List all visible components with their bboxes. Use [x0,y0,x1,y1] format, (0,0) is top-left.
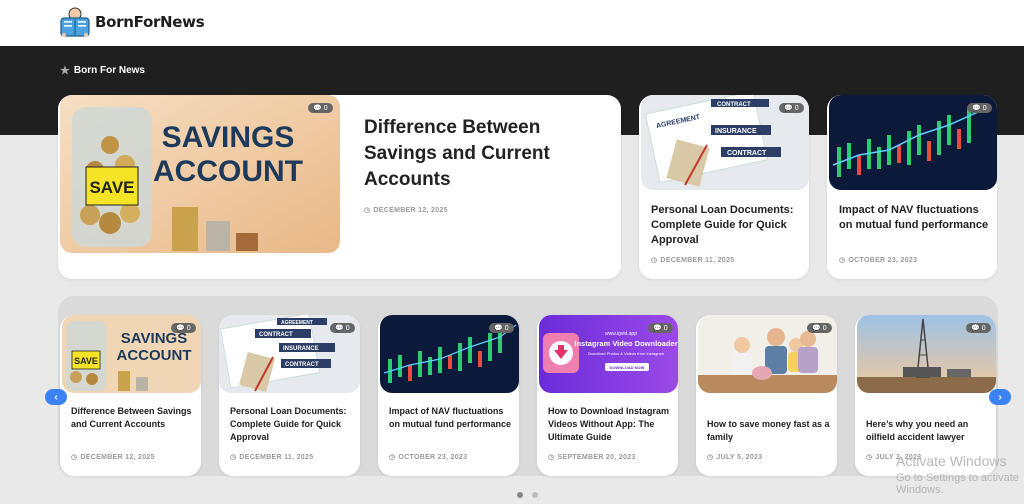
carousel-post-date: ◷ JULY 5, 2023 [707,453,763,462]
carousel-dot[interactable] [532,492,538,498]
savings-line1: SAVINGS [162,121,295,154]
side-post-date: ◷ OCTOBER 23, 2023 [839,256,918,265]
clock-icon: ◷ [866,454,873,461]
featured-post-card[interactable]: SAVE SAVINGS ACCOUNT 💬 0 Difference Betwe… [58,95,621,279]
comment-count-badge[interactable]: 💬 0 [807,323,832,333]
contract-text-2: CONTRACT [259,332,293,338]
chevron-left-icon: ‹ [54,391,58,403]
insta-site-text: www.igvid.app [605,331,637,337]
clock-icon: ◷ [548,454,555,461]
site-header: BornForNews [0,0,1024,46]
comment-icon: 💬 [812,325,821,332]
side-post-date: ◷ DECEMBER 11, 2025 [651,256,735,265]
side-post-card[interactable]: 💬 0 Impact of NAV fluctuations on mutual … [827,95,997,279]
clock-icon: ◷ [230,454,237,461]
carousel-post-title[interactable]: How to save money fast as a family [707,418,831,444]
savings-line2: ACCOUNT [117,347,192,364]
chevron-right-icon: › [998,391,1002,403]
star-icon: ★ [60,65,70,77]
carousel-post-card[interactable]: SAVE SAVINGS ACCOUNT 💬 0 Difference Betwe… [60,315,201,476]
comment-count-badge[interactable]: 💬 0 [308,103,333,113]
clock-icon: ◷ [71,454,78,461]
comment-count-badge[interactable]: 💬 0 [330,323,355,333]
side-post-card[interactable]: AGREEMENT CONTRACT INSURANCE CONTRACT 💬 0… [639,95,809,279]
jar-label: SAVE [74,356,98,366]
carousel-post-date: ◷ SEPTEMBER 20, 2023 [548,453,636,462]
carousel-post-title[interactable]: Here’s why you need an oilfield accident… [866,418,990,444]
site-logo[interactable]: BornForNews [58,6,205,38]
comment-count-badge[interactable]: 💬 0 [648,323,673,333]
site-logo-text: BornForNews [95,13,205,31]
contract-text-4: CONTRACT [727,150,767,157]
carousel-post-title[interactable]: Impact of NAV fluctuations on mutual fun… [389,405,513,431]
comment-count-badge[interactable]: 💬 0 [171,323,196,333]
comment-icon: 💬 [653,325,662,332]
insta-title-text: Instagram Video Downloader [574,339,677,348]
carousel-post-date: ◷ OCTOBER 23, 2023 [389,453,468,462]
carousel-post-title[interactable]: Personal Loan Documents: Complete Guide … [230,405,354,444]
carousel-dot-active[interactable] [517,492,523,498]
clock-icon: ◷ [651,257,658,264]
featured-post-date: ◷ DECEMBER 12, 2025 [364,206,448,215]
comment-icon: 💬 [176,325,185,332]
windows-activation-title: Activate Windows [896,453,1007,469]
carousel-post-card[interactable]: AGREEMENT CONTRACT INSURANCE CONTRACT 💬 0… [219,315,360,476]
contract-text-1: AGREEMENT [281,320,313,326]
jar-label: SAVE [89,178,134,197]
comment-icon: 💬 [494,325,503,332]
side-post-title[interactable]: Impact of NAV fluctuations on mutual fun… [839,203,989,233]
insta-btn-text: DOWNLOAD NOW [610,365,645,370]
breadcrumb-label[interactable]: Born For News [74,65,145,76]
carousel-post-card[interactable]: 💬 0 Impact of NAV fluctuations on mutual … [378,315,519,476]
comment-icon: 💬 [972,105,981,112]
breadcrumb: ★ Born For News [60,64,145,77]
carousel-next-button[interactable]: › [989,389,1011,405]
featured-post-image[interactable]: SAVE SAVINGS ACCOUNT [60,95,340,253]
contract-text-3: INSURANCE [283,346,319,352]
contract-text-4: CONTRACT [285,362,319,368]
windows-activation-subtitle: Go to Settings to activate Windows. [896,472,1019,496]
clock-icon: ◷ [364,207,371,214]
side-post-title[interactable]: Personal Loan Documents: Complete Guide … [651,203,801,248]
comment-count-badge[interactable]: 💬 0 [966,323,991,333]
contract-text-3: INSURANCE [715,128,757,135]
comment-icon: 💬 [784,105,793,112]
comment-count-badge[interactable]: 💬 0 [967,103,992,113]
carousel-post-date: ◷ DECEMBER 12, 2025 [71,453,155,462]
featured-post-title[interactable]: Difference Between Savings and Current A… [364,115,584,193]
carousel-post-card[interactable]: www.igvid.app Instagram Video Downloader… [537,315,678,476]
clock-icon: ◷ [389,454,396,461]
book-logo-icon [60,7,90,37]
comment-icon: 💬 [313,105,322,112]
carousel-post-date: ◷ DECEMBER 11, 2025 [230,453,314,462]
savings-line2: ACCOUNT [153,155,303,188]
carousel-post-title[interactable]: How to Download Instagram Videos Without… [548,405,672,444]
comment-icon: 💬 [971,325,980,332]
insta-sub-text: Download Photos & Videos from Instagram [588,351,665,356]
carousel-post-card[interactable]: 💬 0 How to save money fast as a family ◷ J… [696,315,837,476]
comment-icon: 💬 [335,325,344,332]
clock-icon: ◷ [707,454,714,461]
carousel-prev-button[interactable]: ‹ [45,389,67,405]
carousel-post-card[interactable]: 💬 0 Here’s why you need an oilfield accid… [855,315,996,476]
clock-icon: ◷ [839,257,846,264]
comment-count-badge[interactable]: 💬 0 [489,323,514,333]
contract-text-2: CONTRACT [717,102,751,108]
carousel-post-title[interactable]: Difference Between Savings and Current A… [71,405,195,431]
comment-count-badge[interactable]: 💬 0 [779,103,804,113]
